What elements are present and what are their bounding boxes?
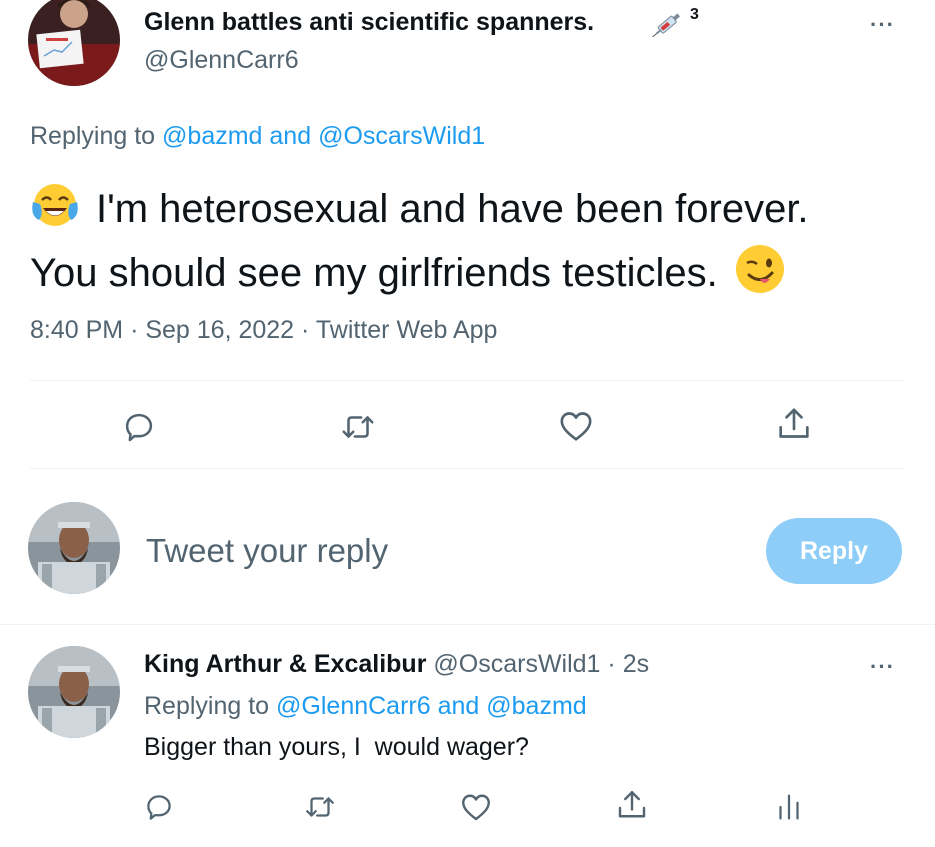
meta-sep-1: · <box>130 316 139 344</box>
reply-retweet-icon[interactable] <box>302 790 338 829</box>
reply-like-icon[interactable] <box>458 789 494 830</box>
divider-bottom <box>30 468 904 469</box>
more-options-button[interactable]: ··· <box>870 14 895 36</box>
tweet-source[interactable]: Twitter Web App <box>316 316 498 344</box>
winking-face-icon <box>734 243 786 308</box>
tweet-meta: 8:40 PM · Sep 16, 2022 · Twitter Web App <box>30 316 497 345</box>
current-user-avatar[interactable] <box>28 502 120 594</box>
mention-bazmd-2[interactable]: @bazmd <box>486 692 586 720</box>
reply-replying-to-line: Replying to @GlennCarr6 and @bazmd <box>144 692 587 721</box>
divider-composer <box>0 624 935 625</box>
reply-share-icon[interactable] <box>614 787 650 828</box>
share-icon[interactable] <box>774 404 814 449</box>
tweet-text: I'm heterosexual and have been forever. … <box>30 180 809 308</box>
analytics-icon[interactable] <box>772 790 806 829</box>
mention-oscarswild1[interactable]: @OscarsWild1 <box>318 122 485 150</box>
divider-top <box>30 380 904 381</box>
retweet-icon[interactable] <box>338 408 378 451</box>
tweet-date[interactable]: Sep 16, 2022 <box>145 316 294 344</box>
reply-input[interactable]: Tweet your reply <box>146 532 388 570</box>
tweet-line-1: I'm heterosexual and have been forever. <box>30 180 809 243</box>
reply-text: Bigger than yours, I would wager? <box>144 733 529 761</box>
tweet-time[interactable]: 8:40 PM <box>30 316 123 344</box>
reply-time[interactable]: 2s <box>623 650 649 678</box>
author-avatar[interactable] <box>28 0 120 86</box>
reply-replying-prefix: Replying to <box>144 692 270 720</box>
author-display-name[interactable]: Glenn battles anti scientific spanners. <box>144 8 594 37</box>
reply-replying-and: and <box>437 692 480 720</box>
like-icon[interactable] <box>556 406 596 451</box>
tweet-line-2: You should see my girlfriends testicles. <box>30 243 809 308</box>
replying-and: and <box>269 122 312 150</box>
face-with-tears-of-joy-icon <box>30 180 80 243</box>
author-handle[interactable]: @GlennCarr6 <box>144 46 299 75</box>
replying-prefix: Replying to <box>30 122 156 150</box>
tweet-line-2-text: You should see my girlfriends testicles. <box>30 251 718 296</box>
badge-count: 3 <box>690 6 699 23</box>
reply-more-options-button[interactable]: ··· <box>870 656 895 678</box>
reply-button[interactable]: Reply <box>766 518 902 584</box>
mention-bazmd[interactable]: @bazmd <box>162 122 262 150</box>
reply-author-name[interactable]: King Arthur & Excalibur <box>144 650 426 678</box>
meta-sep-2: · <box>301 316 310 344</box>
reply-sep: · <box>607 650 616 678</box>
reply-author-avatar[interactable] <box>28 646 120 738</box>
reply-reply-icon[interactable] <box>142 790 176 829</box>
tweet-line-1-text: I'm heterosexual and have been forever. <box>96 187 809 232</box>
mention-glenncarr6[interactable]: @GlennCarr6 <box>276 692 431 720</box>
reply-icon[interactable] <box>120 408 158 451</box>
replying-to-line: Replying to @bazmd and @OscarsWild1 <box>30 122 485 151</box>
reply-author-handle[interactable]: @OscarsWild1 <box>433 650 600 678</box>
reply-header: King Arthur & Excalibur @OscarsWild1 · 2… <box>144 650 649 679</box>
syringe-icon <box>650 8 686 40</box>
